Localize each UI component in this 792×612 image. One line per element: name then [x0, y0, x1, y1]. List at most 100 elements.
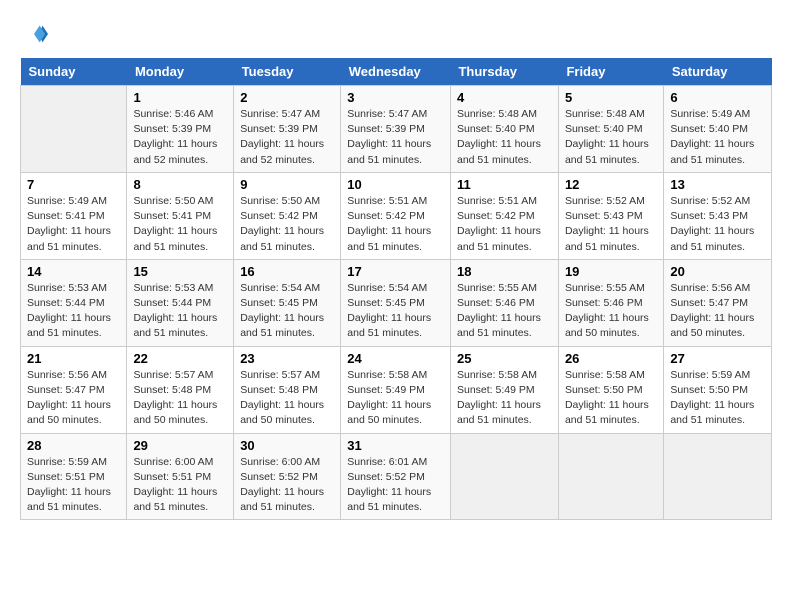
weekday-header-saturday: Saturday — [664, 58, 772, 86]
day-detail: Sunrise: 5:47 AM Sunset: 5:39 PM Dayligh… — [347, 107, 444, 168]
day-number: 30 — [240, 438, 334, 453]
day-number: 18 — [457, 264, 552, 279]
day-detail: Sunrise: 5:52 AM Sunset: 5:43 PM Dayligh… — [565, 194, 657, 255]
day-detail: Sunrise: 5:50 AM Sunset: 5:42 PM Dayligh… — [240, 194, 334, 255]
calendar-cell: 15 Sunrise: 5:53 AM Sunset: 5:44 PM Dayli… — [127, 259, 234, 346]
calendar-cell: 8Sunrise: 5:50 AM Sunset: 5:41 PM Daylig… — [127, 172, 234, 259]
day-number: 21 — [27, 351, 120, 366]
calendar-cell — [21, 86, 127, 173]
calendar-cell: 25 Sunrise: 5:58 AM Sunset: 5:49 PM Dayli… — [450, 346, 558, 433]
day-detail: Sunrise: 6:00 AM Sunset: 5:51 PM Dayligh… — [133, 455, 227, 516]
day-number: 11 — [457, 177, 552, 192]
day-detail: Sunrise: 5:53 AM Sunset: 5:44 PM Dayligh… — [133, 281, 227, 342]
calendar-cell: 10Sunrise: 5:51 AM Sunset: 5:42 PM Dayli… — [341, 172, 451, 259]
header — [20, 20, 772, 48]
calendar-cell: 1 Sunrise: 5:46 AM Sunset: 5:39 PM Daylig… — [127, 86, 234, 173]
calendar-cell: 23Sunrise: 5:57 AM Sunset: 5:48 PM Dayli… — [234, 346, 341, 433]
calendar-cell: 18 Sunrise: 5:55 AM Sunset: 5:46 PM Dayli… — [450, 259, 558, 346]
calendar-cell: 27 Sunrise: 5:59 AM Sunset: 5:50 PM Dayli… — [664, 346, 772, 433]
calendar-week-3: 14 Sunrise: 5:53 AM Sunset: 5:44 PM Dayli… — [21, 259, 772, 346]
day-number: 6 — [670, 90, 765, 105]
day-number: 25 — [457, 351, 552, 366]
day-number: 16 — [240, 264, 334, 279]
calendar-cell: 21 Sunrise: 5:56 AM Sunset: 5:47 PM Dayli… — [21, 346, 127, 433]
day-detail: Sunrise: 5:52 AM Sunset: 5:43 PM Dayligh… — [670, 194, 765, 255]
calendar-cell: 7 Sunrise: 5:49 AM Sunset: 5:41 PM Daylig… — [21, 172, 127, 259]
day-number: 20 — [670, 264, 765, 279]
weekday-header-tuesday: Tuesday — [234, 58, 341, 86]
day-detail: Sunrise: 5:55 AM Sunset: 5:46 PM Dayligh… — [565, 281, 657, 342]
day-number: 5 — [565, 90, 657, 105]
day-number: 31 — [347, 438, 444, 453]
calendar-cell — [450, 433, 558, 520]
day-number: 2 — [240, 90, 334, 105]
day-number: 24 — [347, 351, 444, 366]
day-detail: Sunrise: 5:58 AM Sunset: 5:49 PM Dayligh… — [347, 368, 444, 429]
day-detail: Sunrise: 5:56 AM Sunset: 5:47 PM Dayligh… — [27, 368, 120, 429]
calendar-cell: 29Sunrise: 6:00 AM Sunset: 5:51 PM Dayli… — [127, 433, 234, 520]
weekday-header-wednesday: Wednesday — [341, 58, 451, 86]
calendar-cell: 20 Sunrise: 5:56 AM Sunset: 5:47 PM Dayli… — [664, 259, 772, 346]
calendar-cell: 9 Sunrise: 5:50 AM Sunset: 5:42 PM Daylig… — [234, 172, 341, 259]
calendar-cell: 16 Sunrise: 5:54 AM Sunset: 5:45 PM Dayli… — [234, 259, 341, 346]
day-detail: Sunrise: 5:56 AM Sunset: 5:47 PM Dayligh… — [670, 281, 765, 342]
calendar-cell: 13Sunrise: 5:52 AM Sunset: 5:43 PM Dayli… — [664, 172, 772, 259]
day-detail: Sunrise: 5:51 AM Sunset: 5:42 PM Dayligh… — [347, 194, 444, 255]
calendar-week-2: 7 Sunrise: 5:49 AM Sunset: 5:41 PM Daylig… — [21, 172, 772, 259]
day-number: 7 — [27, 177, 120, 192]
day-number: 26 — [565, 351, 657, 366]
day-number: 3 — [347, 90, 444, 105]
calendar-week-1: 1 Sunrise: 5:46 AM Sunset: 5:39 PM Daylig… — [21, 86, 772, 173]
day-number: 12 — [565, 177, 657, 192]
day-number: 27 — [670, 351, 765, 366]
day-detail: Sunrise: 5:59 AM Sunset: 5:50 PM Dayligh… — [670, 368, 765, 429]
calendar-cell: 24 Sunrise: 5:58 AM Sunset: 5:49 PM Dayli… — [341, 346, 451, 433]
day-detail: Sunrise: 6:01 AM Sunset: 5:52 PM Dayligh… — [347, 455, 444, 516]
day-detail: Sunrise: 5:54 AM Sunset: 5:45 PM Dayligh… — [240, 281, 334, 342]
calendar-cell: 14 Sunrise: 5:53 AM Sunset: 5:44 PM Dayli… — [21, 259, 127, 346]
calendar-week-5: 28Sunrise: 5:59 AM Sunset: 5:51 PM Dayli… — [21, 433, 772, 520]
weekday-header-sunday: Sunday — [21, 58, 127, 86]
day-detail: Sunrise: 5:46 AM Sunset: 5:39 PM Dayligh… — [133, 107, 227, 168]
day-detail: Sunrise: 5:47 AM Sunset: 5:39 PM Dayligh… — [240, 107, 334, 168]
calendar-cell: 30Sunrise: 6:00 AM Sunset: 5:52 PM Dayli… — [234, 433, 341, 520]
day-number: 15 — [133, 264, 227, 279]
calendar-cell: 12 Sunrise: 5:52 AM Sunset: 5:43 PM Dayli… — [558, 172, 663, 259]
calendar-cell: 28Sunrise: 5:59 AM Sunset: 5:51 PM Dayli… — [21, 433, 127, 520]
day-detail: Sunrise: 5:48 AM Sunset: 5:40 PM Dayligh… — [457, 107, 552, 168]
day-number: 1 — [133, 90, 227, 105]
day-number: 19 — [565, 264, 657, 279]
day-detail: Sunrise: 5:49 AM Sunset: 5:41 PM Dayligh… — [27, 194, 120, 255]
day-detail: Sunrise: 5:50 AM Sunset: 5:41 PM Dayligh… — [133, 194, 227, 255]
day-number: 22 — [133, 351, 227, 366]
calendar-cell: 4Sunrise: 5:48 AM Sunset: 5:40 PM Daylig… — [450, 86, 558, 173]
day-detail: Sunrise: 5:57 AM Sunset: 5:48 PM Dayligh… — [133, 368, 227, 429]
day-number: 14 — [27, 264, 120, 279]
calendar-cell: 31 Sunrise: 6:01 AM Sunset: 5:52 PM Dayli… — [341, 433, 451, 520]
day-detail: Sunrise: 5:58 AM Sunset: 5:49 PM Dayligh… — [457, 368, 552, 429]
calendar-cell — [558, 433, 663, 520]
day-detail: Sunrise: 5:55 AM Sunset: 5:46 PM Dayligh… — [457, 281, 552, 342]
day-detail: Sunrise: 5:48 AM Sunset: 5:40 PM Dayligh… — [565, 107, 657, 168]
day-detail: Sunrise: 5:49 AM Sunset: 5:40 PM Dayligh… — [670, 107, 765, 168]
calendar-cell: 26 Sunrise: 5:58 AM Sunset: 5:50 PM Dayli… — [558, 346, 663, 433]
calendar-cell: 19 Sunrise: 5:55 AM Sunset: 5:46 PM Dayli… — [558, 259, 663, 346]
weekday-header-thursday: Thursday — [450, 58, 558, 86]
calendar-table: SundayMondayTuesdayWednesdayThursdayFrid… — [20, 58, 772, 520]
day-detail: Sunrise: 5:58 AM Sunset: 5:50 PM Dayligh… — [565, 368, 657, 429]
weekday-header-row: SundayMondayTuesdayWednesdayThursdayFrid… — [21, 58, 772, 86]
calendar-cell: 11 Sunrise: 5:51 AM Sunset: 5:42 PM Dayli… — [450, 172, 558, 259]
calendar-cell: 22 Sunrise: 5:57 AM Sunset: 5:48 PM Dayli… — [127, 346, 234, 433]
calendar-cell: 6 Sunrise: 5:49 AM Sunset: 5:40 PM Daylig… — [664, 86, 772, 173]
day-detail: Sunrise: 5:53 AM Sunset: 5:44 PM Dayligh… — [27, 281, 120, 342]
day-detail: Sunrise: 5:51 AM Sunset: 5:42 PM Dayligh… — [457, 194, 552, 255]
calendar-week-4: 21 Sunrise: 5:56 AM Sunset: 5:47 PM Dayli… — [21, 346, 772, 433]
weekday-header-monday: Monday — [127, 58, 234, 86]
calendar-cell: 5 Sunrise: 5:48 AM Sunset: 5:40 PM Daylig… — [558, 86, 663, 173]
day-number: 9 — [240, 177, 334, 192]
calendar-cell: 2 Sunrise: 5:47 AM Sunset: 5:39 PM Daylig… — [234, 86, 341, 173]
day-number: 28 — [27, 438, 120, 453]
calendar-cell: 17Sunrise: 5:54 AM Sunset: 5:45 PM Dayli… — [341, 259, 451, 346]
logo-icon — [20, 20, 48, 48]
day-detail: Sunrise: 5:57 AM Sunset: 5:48 PM Dayligh… — [240, 368, 334, 429]
